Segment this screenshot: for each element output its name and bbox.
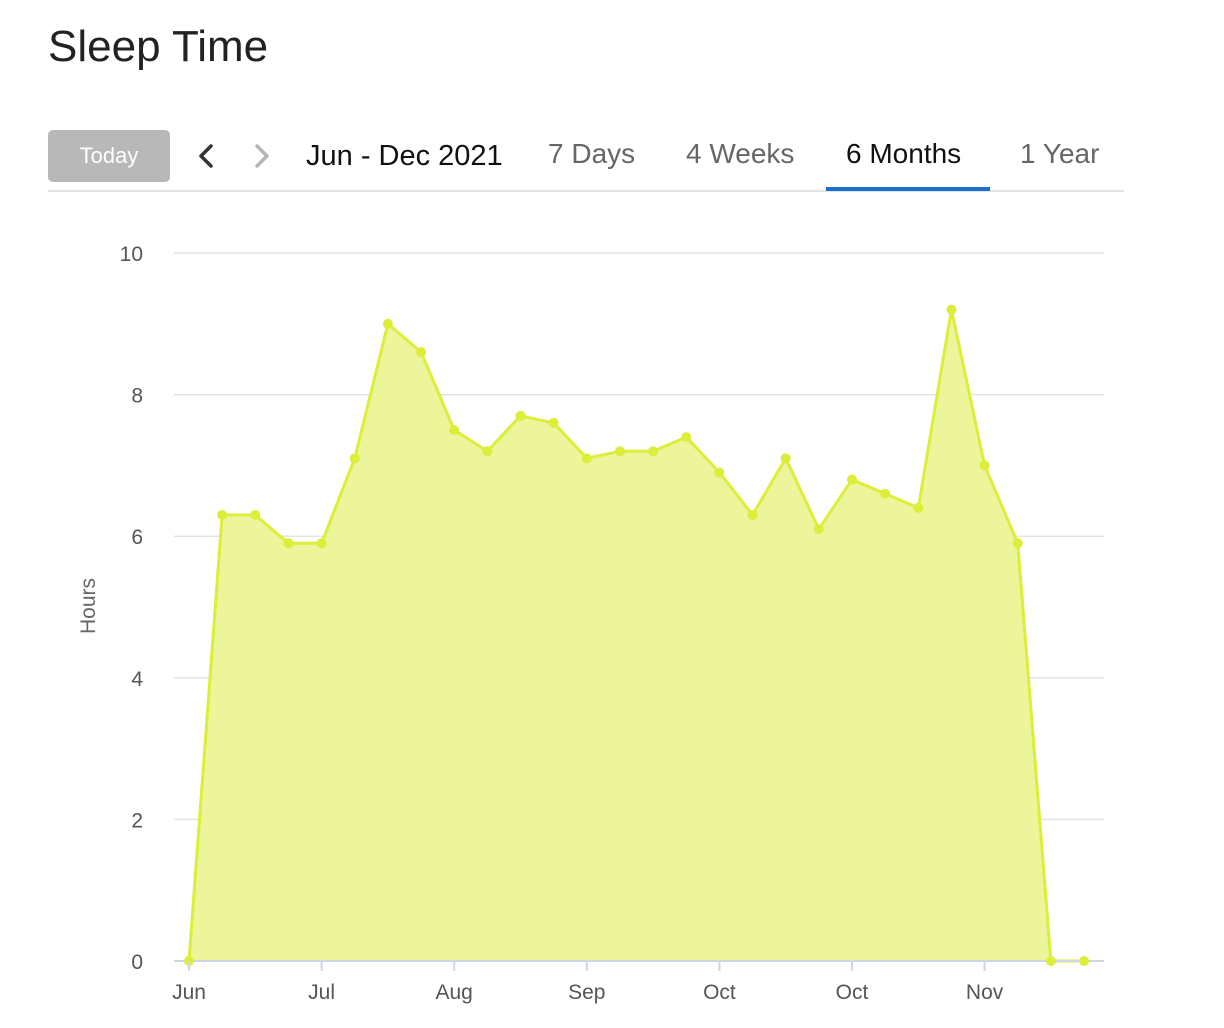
data-point[interactable]	[979, 460, 990, 471]
y-tick-label: 10	[120, 243, 143, 266]
data-point[interactable]	[648, 446, 659, 457]
data-point[interactable]	[880, 488, 891, 499]
y-tick-label: 6	[131, 526, 143, 549]
x-axis-ticks: Jun Jul Aug Sep Oct Oct Nov	[172, 961, 1004, 1004]
data-point[interactable]	[913, 502, 924, 513]
data-point[interactable]	[382, 318, 393, 329]
data-point[interactable]	[250, 509, 261, 520]
data-point[interactable]	[946, 304, 957, 315]
x-tick-label: Aug	[436, 981, 473, 1004]
data-point[interactable]	[581, 453, 592, 464]
data-point[interactable]	[813, 524, 824, 535]
data-point[interactable]	[416, 347, 427, 358]
data-point[interactable]	[1012, 538, 1023, 549]
y-axis-ticks: 0 2 4 6 8 10	[120, 243, 144, 974]
data-point[interactable]	[217, 509, 228, 520]
data-point[interactable]	[681, 432, 692, 443]
data-point[interactable]	[847, 474, 857, 485]
data-point[interactable]	[1045, 956, 1056, 966]
data-point[interactable]	[515, 410, 526, 421]
data-point[interactable]	[449, 425, 460, 435]
page: Sleep Time Today Jun - Dec 2021 7 Days 4…	[0, 0, 1224, 1028]
data-point[interactable]	[780, 453, 791, 464]
x-tick-label: Oct	[703, 981, 736, 1004]
x-tick-label: Jun	[172, 981, 206, 1004]
data-point[interactable]	[283, 538, 294, 549]
x-tick-label: Jul	[308, 981, 335, 1004]
sleep-time-chart: 0 2 4 6 8 10 Jun Jul Aug Sep Oct Oct Nov Hours	[0, 0, 1224, 1028]
area-fill	[189, 309, 1085, 961]
chart-svg: 0 2 4 6 8 10 Jun Jul Aug Sep Oct Oct Nov Hours	[77, 243, 1104, 1004]
y-tick-label: 8	[131, 385, 143, 408]
y-tick-label: 2	[131, 809, 143, 832]
y-tick-label: 0	[131, 951, 143, 974]
x-tick-label: Oct	[836, 981, 869, 1004]
y-tick-label: 4	[131, 668, 143, 691]
data-point[interactable]	[316, 538, 327, 549]
x-tick-label: Sep	[568, 981, 605, 1004]
data-point[interactable]	[548, 417, 559, 428]
data-point[interactable]	[1079, 956, 1090, 966]
y-axis-label: Hours	[77, 578, 100, 634]
data-point[interactable]	[482, 446, 493, 457]
data-point[interactable]	[747, 509, 758, 520]
data-point[interactable]	[714, 467, 725, 478]
data-point[interactable]	[349, 453, 360, 464]
area-series	[187, 308, 1085, 963]
x-tick-label: Nov	[966, 981, 1004, 1004]
data-point[interactable]	[614, 446, 625, 457]
